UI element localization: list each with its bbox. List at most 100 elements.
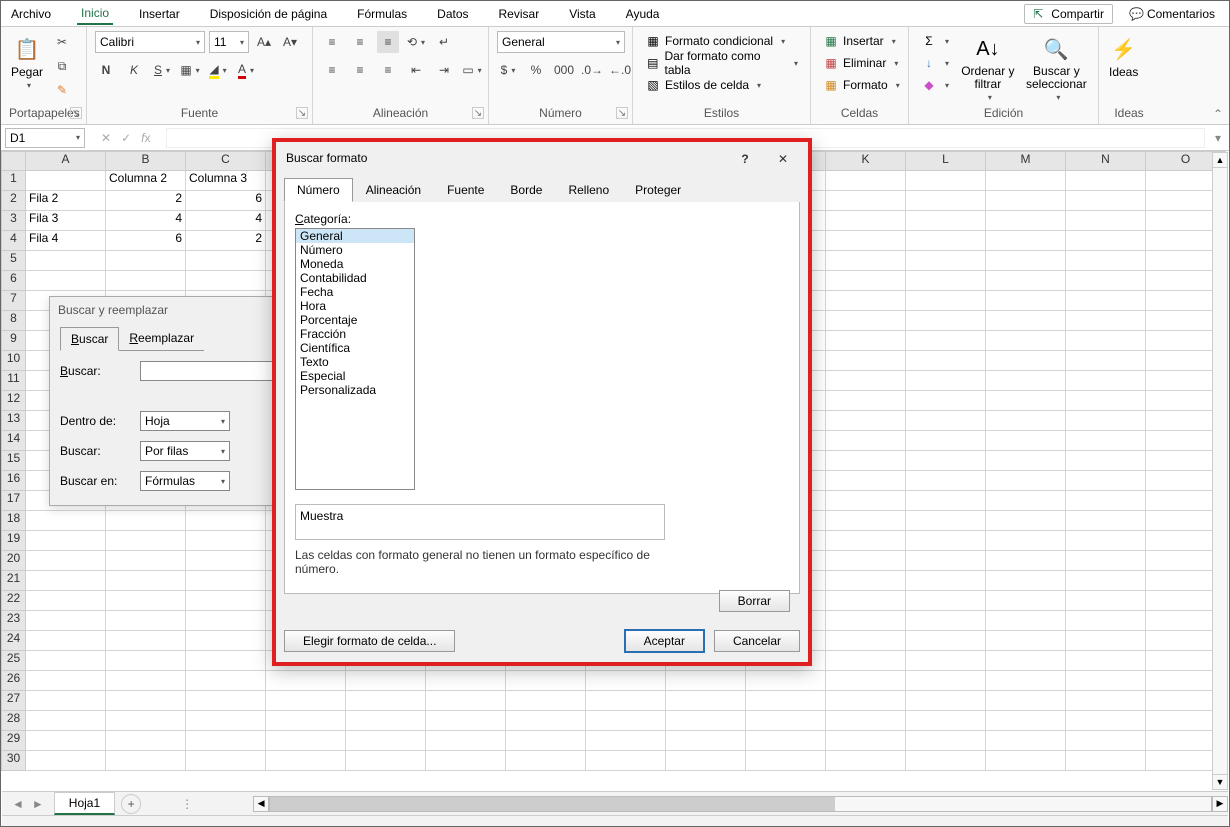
cell[interactable] [1066, 351, 1146, 371]
cell[interactable] [826, 691, 906, 711]
cell[interactable] [826, 211, 906, 231]
cancel-button[interactable]: Cancelar [714, 630, 800, 652]
cell[interactable] [186, 511, 266, 531]
cell[interactable] [586, 691, 666, 711]
cell[interactable] [106, 271, 186, 291]
category-item[interactable]: Especial [296, 369, 414, 383]
cell[interactable] [506, 691, 586, 711]
cell[interactable] [186, 251, 266, 271]
clipboard-launcher[interactable]: ↘ [70, 107, 82, 119]
comma-button[interactable]: 000 [553, 59, 575, 81]
row-header[interactable]: 15 [1, 451, 26, 471]
cell[interactable] [826, 491, 906, 511]
tab-proteger[interactable]: Proteger [622, 178, 694, 202]
cell[interactable]: 6 [186, 191, 266, 211]
cell[interactable] [186, 631, 266, 651]
cell[interactable] [986, 651, 1066, 671]
cell[interactable] [986, 391, 1066, 411]
enter-check-icon[interactable]: ✓ [121, 131, 131, 145]
cell[interactable] [906, 551, 986, 571]
cell[interactable] [666, 711, 746, 731]
cell[interactable] [906, 731, 986, 751]
column-header[interactable]: C [186, 151, 266, 171]
cell[interactable] [346, 731, 426, 751]
cell[interactable] [826, 311, 906, 331]
find-select-button[interactable]: 🔍 Buscar y seleccionar▾ [1023, 31, 1090, 106]
cell[interactable] [826, 271, 906, 291]
cell[interactable] [986, 331, 1066, 351]
cell[interactable] [1066, 291, 1146, 311]
cell[interactable] [906, 571, 986, 591]
row-header[interactable]: 6 [1, 271, 26, 291]
cell[interactable] [906, 451, 986, 471]
scroll-left-icon[interactable]: ◀ [253, 796, 269, 812]
cell[interactable] [1066, 311, 1146, 331]
cell[interactable] [106, 591, 186, 611]
row-header[interactable]: 21 [1, 571, 26, 591]
cell[interactable] [826, 591, 906, 611]
menu-ayuda[interactable]: Ayuda [622, 4, 664, 24]
tab-reemplazar[interactable]: Reemplazar [119, 327, 204, 351]
cell[interactable] [1066, 571, 1146, 591]
scroll-down-icon[interactable]: ▼ [1213, 774, 1227, 789]
cell[interactable] [106, 251, 186, 271]
cell[interactable] [986, 431, 1066, 451]
row-header[interactable]: 26 [1, 671, 26, 691]
category-item[interactable]: Personalizada [296, 383, 414, 397]
row-header[interactable]: 29 [1, 731, 26, 751]
cell[interactable] [666, 751, 746, 771]
column-header[interactable]: M [986, 151, 1066, 171]
cell[interactable] [506, 671, 586, 691]
row-header[interactable]: 5 [1, 251, 26, 271]
cell[interactable]: Columna 3 [186, 171, 266, 191]
cell[interactable] [666, 691, 746, 711]
category-item[interactable]: Fracción [296, 327, 414, 341]
cell[interactable] [826, 571, 906, 591]
align-top-button[interactable]: ≡ [321, 31, 343, 53]
cell[interactable] [666, 731, 746, 751]
cell[interactable] [266, 691, 346, 711]
row-header[interactable]: 16 [1, 471, 26, 491]
cell[interactable] [906, 431, 986, 451]
cell[interactable] [746, 711, 826, 731]
row-header[interactable]: 13 [1, 411, 26, 431]
cell[interactable] [986, 471, 1066, 491]
cell[interactable] [826, 611, 906, 631]
cell[interactable] [1066, 251, 1146, 271]
row-header[interactable]: 27 [1, 691, 26, 711]
decrease-indent-button[interactable]: ⇤ [405, 59, 427, 81]
cell[interactable] [826, 411, 906, 431]
number-launcher[interactable]: ↘ [616, 107, 628, 119]
cell[interactable] [426, 691, 506, 711]
cell[interactable] [906, 651, 986, 671]
sort-filter-button[interactable]: A↓ Ordenar y filtrar▾ [959, 31, 1017, 106]
cell[interactable] [426, 711, 506, 731]
cell[interactable] [906, 751, 986, 771]
menu-inicio[interactable]: Inicio [77, 3, 113, 25]
category-listbox[interactable]: GeneralNúmeroMonedaContabilidadFechaHora… [295, 228, 415, 490]
cell[interactable] [1066, 331, 1146, 351]
cell[interactable] [1066, 271, 1146, 291]
percent-button[interactable]: % [525, 59, 547, 81]
cell[interactable] [906, 271, 986, 291]
cell[interactable] [986, 751, 1066, 771]
cell[interactable] [906, 191, 986, 211]
cell[interactable] [826, 331, 906, 351]
cell[interactable] [826, 471, 906, 491]
cell[interactable] [26, 511, 106, 531]
number-format-select[interactable]: General▾ [497, 31, 625, 53]
cell[interactable] [586, 671, 666, 691]
cell[interactable] [26, 731, 106, 751]
cell[interactable] [826, 651, 906, 671]
direction-select[interactable]: Por filas▾ [140, 441, 230, 461]
cell[interactable] [346, 671, 426, 691]
align-middle-button[interactable]: ≡ [349, 31, 371, 53]
align-right-button[interactable]: ≡ [377, 59, 399, 81]
cell[interactable] [826, 551, 906, 571]
column-header[interactable]: L [906, 151, 986, 171]
cell[interactable]: 2 [106, 191, 186, 211]
row-header[interactable]: 7 [1, 291, 26, 311]
paste-button[interactable]: 📋 Pegar ▾ [9, 31, 45, 94]
expand-formula-icon[interactable]: ▾ [1211, 131, 1225, 145]
cell[interactable] [26, 631, 106, 651]
